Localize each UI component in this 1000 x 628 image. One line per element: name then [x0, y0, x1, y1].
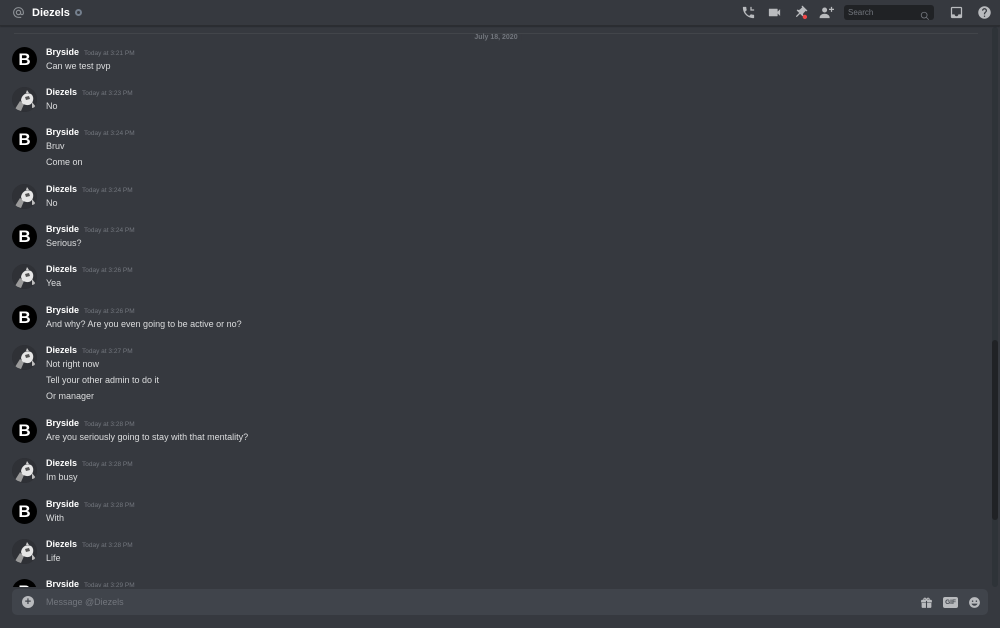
- avatar[interactable]: [12, 458, 37, 483]
- message-author[interactable]: Bryside Today at 3:24 PM: [46, 224, 135, 234]
- message-timestamp: Today at 3:23 PM: [82, 90, 133, 97]
- message-text: Serious?: [46, 238, 82, 248]
- scrollbar-track[interactable]: [992, 27, 998, 587]
- search-icon: [920, 8, 930, 20]
- message-text: Bruv: [46, 141, 65, 151]
- channel-name: Diezels: [32, 6, 70, 19]
- message-text: Im busy: [46, 472, 78, 482]
- search-input[interactable]: [848, 8, 916, 17]
- message-text: Can we test pvp: [46, 61, 111, 71]
- author-name[interactable]: Bryside: [46, 224, 79, 234]
- avatar[interactable]: [12, 184, 37, 209]
- message-author[interactable]: Diezels Today at 3:26 PM: [46, 264, 133, 274]
- avatar[interactable]: B: [12, 127, 37, 152]
- avatar[interactable]: [12, 264, 37, 289]
- message-timestamp: Today at 3:24 PM: [84, 130, 135, 137]
- video-icon[interactable]: [766, 5, 782, 21]
- message-author[interactable]: Bryside Today at 3:21 PM: [46, 47, 135, 57]
- avatar-letter: B: [18, 307, 31, 327]
- message-author[interactable]: Diezels Today at 3:24 PM: [46, 184, 133, 194]
- author-name[interactable]: Diezels: [46, 87, 77, 97]
- message-timestamp: Today at 3:27 PM: [82, 348, 133, 355]
- avatar[interactable]: B: [12, 499, 37, 524]
- message-author[interactable]: Diezels Today at 3:27 PM: [46, 345, 133, 355]
- message-text: Tell your other admin to do it: [46, 375, 160, 385]
- message-timestamp: Today at 3:28 PM: [84, 421, 135, 428]
- message-timestamp: Today at 3:21 PM: [84, 50, 135, 57]
- avatar[interactable]: B: [12, 579, 37, 587]
- message-author[interactable]: Bryside Today at 3:28 PM: [46, 499, 135, 509]
- message-text: And why? Are you even going to be active…: [46, 319, 242, 329]
- message-author[interactable]: Bryside Today at 3:29 PM: [46, 579, 135, 587]
- avatar-letter: B: [18, 129, 31, 149]
- message-timestamp: Today at 3:24 PM: [84, 227, 135, 234]
- add-friend-icon[interactable]: [818, 5, 834, 21]
- message-list[interactable]: July 18, 2020 B Bryside Today at 3:21 PM Ca…: [0, 27, 992, 587]
- message-text: Yea: [46, 278, 62, 288]
- message-composer: + GIF: [12, 589, 988, 615]
- avatar-letter: B: [18, 501, 31, 521]
- call-icon[interactable]: [740, 5, 756, 21]
- emoji-icon[interactable]: [967, 595, 982, 610]
- avatar-letter: B: [18, 582, 30, 588]
- scrollbar-thumb[interactable]: [992, 340, 998, 520]
- message-text: With: [46, 513, 64, 523]
- gif-icon[interactable]: GIF: [943, 596, 958, 608]
- channel-header: Diezels: [0, 0, 1000, 26]
- pinned-icon[interactable]: [792, 5, 808, 21]
- author-name[interactable]: Diezels: [46, 345, 77, 355]
- avatar[interactable]: B: [12, 47, 37, 72]
- at-icon: [12, 6, 26, 20]
- avatar[interactable]: [12, 345, 37, 370]
- author-name[interactable]: Bryside: [46, 305, 79, 315]
- help-icon[interactable]: [976, 5, 992, 21]
- message-author[interactable]: Bryside Today at 3:28 PM: [46, 418, 135, 428]
- avatar-letter: B: [18, 226, 31, 246]
- search-box[interactable]: [844, 5, 934, 20]
- avatar[interactable]: [12, 539, 37, 564]
- message-author[interactable]: Bryside Today at 3:26 PM: [46, 305, 135, 315]
- avatar[interactable]: [12, 87, 37, 112]
- author-name[interactable]: Bryside: [46, 499, 79, 509]
- message-author[interactable]: Diezels Today at 3:28 PM: [46, 539, 133, 549]
- author-name[interactable]: Diezels: [46, 184, 77, 194]
- message-timestamp: Today at 3:26 PM: [82, 267, 133, 274]
- date-divider: July 18, 2020: [14, 33, 978, 41]
- avatar[interactable]: B: [12, 224, 37, 249]
- author-name[interactable]: Bryside: [46, 579, 79, 587]
- author-name[interactable]: Bryside: [46, 418, 79, 428]
- date-divider-label: July 18, 2020: [470, 34, 522, 41]
- avatar-letter: B: [18, 420, 31, 440]
- author-name[interactable]: Bryside: [46, 47, 79, 57]
- author-name[interactable]: Diezels: [46, 458, 77, 468]
- add-attachment-icon[interactable]: +: [22, 596, 34, 608]
- message-timestamp: Today at 3:28 PM: [82, 461, 133, 468]
- message-text: Life: [46, 553, 61, 563]
- message-author[interactable]: Bryside Today at 3:24 PM: [46, 127, 135, 137]
- message-author[interactable]: Diezels Today at 3:23 PM: [46, 87, 133, 97]
- author-name[interactable]: Bryside: [46, 127, 79, 137]
- inbox-icon[interactable]: [948, 5, 964, 21]
- message-timestamp: Today at 3:24 PM: [82, 187, 133, 194]
- message-timestamp: Today at 3:28 PM: [82, 542, 133, 549]
- message-text: Or manager: [46, 391, 95, 401]
- message-timestamp: Today at 3:29 PM: [84, 582, 135, 587]
- message-text: No: [46, 198, 58, 208]
- avatar[interactable]: B: [12, 305, 37, 330]
- author-name[interactable]: Diezels: [46, 264, 77, 274]
- message-text: Are you seriously going to stay with tha…: [46, 432, 249, 442]
- message-timestamp: Today at 3:28 PM: [84, 502, 135, 509]
- avatar[interactable]: B: [12, 418, 37, 443]
- message-text: No: [46, 101, 58, 111]
- message-input[interactable]: [46, 597, 846, 607]
- message-author[interactable]: Diezels Today at 3:28 PM: [46, 458, 133, 468]
- author-name[interactable]: Diezels: [46, 539, 77, 549]
- message-text: Not right now: [46, 359, 100, 369]
- header-toolbar: [730, 0, 1000, 26]
- message-text: Come on: [46, 157, 83, 167]
- avatar-letter: B: [18, 49, 31, 69]
- message-timestamp: Today at 3:26 PM: [84, 308, 135, 315]
- gift-icon[interactable]: [919, 595, 934, 610]
- status-indicator: [74, 9, 82, 16]
